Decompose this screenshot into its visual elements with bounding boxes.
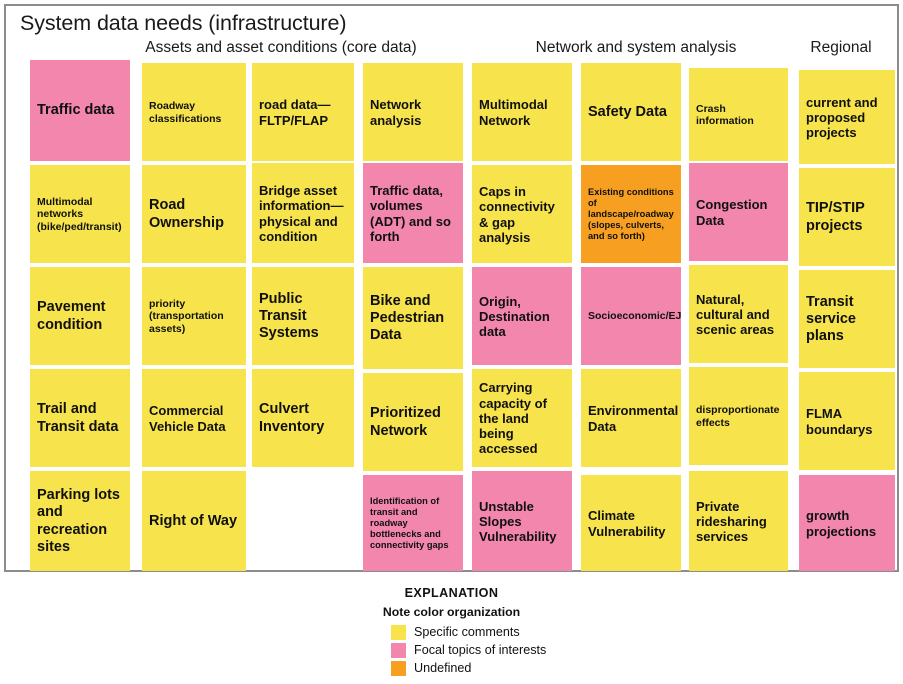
sticky-note[interactable]: Unstable Slopes Vulnerability (472, 471, 572, 571)
sticky-note[interactable]: Trail and Transit data (30, 369, 130, 467)
sticky-note[interactable]: Environmental Data (581, 369, 681, 467)
sticky-note[interactable]: Roadway classifications (142, 63, 246, 161)
legend-list: Specific comments Focal topics of interes… (391, 623, 641, 677)
sticky-note-label: Roadway classifications (149, 100, 222, 125)
column-group-header: Regional (810, 39, 872, 56)
sticky-note-label: disproportionate effects (696, 404, 780, 429)
sticky-note-label: road data—FLTP/FLAP (259, 97, 331, 128)
legend-item: Specific comments (391, 623, 641, 641)
sticky-note[interactable]: Crash information (689, 68, 788, 161)
sticky-note-label: Road Ownership (149, 197, 224, 231)
sticky-note[interactable]: growth projections (799, 475, 895, 571)
legend-color-swatch (391, 642, 406, 658)
sticky-note-label: Existing conditions of landscape/roadway… (588, 187, 674, 241)
sticky-note-label: FLMA boundarys (806, 406, 873, 437)
column-group-header: Assets and asset conditions (core data) (145, 39, 417, 56)
sticky-note-label: Bridge asset information—physical and co… (259, 182, 344, 244)
sticky-note[interactable]: Caps in connectivity & gap analysis (472, 165, 572, 263)
sticky-note-board: System data needs (infrastructure) Asset… (4, 4, 899, 572)
legend-item-label: Specific comments (414, 625, 520, 639)
sticky-note-label: Safety Data (588, 103, 667, 120)
sticky-note[interactable]: Climate Vulnerability (581, 475, 681, 571)
sticky-note[interactable]: Culvert Inventory (252, 369, 354, 467)
sticky-note[interactable]: Parking lots and recreation sites (30, 471, 130, 571)
sticky-note-label: TIP/STIP projects (806, 200, 865, 234)
sticky-note[interactable]: Network analysis (363, 63, 463, 161)
legend-color-swatch (391, 624, 406, 640)
sticky-note-label: priority (transportation assets) (149, 297, 224, 335)
sticky-note-grid: Traffic data Roadway classifications road … (22, 59, 895, 571)
sticky-note[interactable]: Traffic data, volumes (ADT) and so forth (363, 163, 463, 263)
sticky-note-label: Bike and Pedestrian Data (370, 292, 445, 344)
sticky-note-label: Transit service plans (806, 293, 856, 345)
explanation-subheading: Note color organization (382, 605, 521, 619)
sticky-note-label: Traffic data, volumes (ADT) and so forth (370, 182, 451, 244)
sticky-note[interactable]: Pavement condition (30, 267, 130, 365)
sticky-note-label: Identification of transit and roadway bo… (370, 496, 449, 550)
sticky-note[interactable]: Multimodal Network (472, 63, 572, 161)
sticky-note[interactable]: Traffic data (30, 60, 130, 161)
sticky-note[interactable]: Existing conditions of landscape/roadway… (581, 165, 681, 263)
sticky-note-label: growth projections (806, 508, 877, 539)
sticky-note-label: Traffic data (37, 102, 115, 119)
legend-item-label: Focal topics of interests (414, 643, 547, 657)
sticky-note[interactable]: Right of Way (142, 471, 246, 571)
sticky-note-label: Public Transit Systems (259, 290, 319, 342)
sticky-note[interactable]: Public Transit Systems (252, 267, 354, 365)
sticky-note[interactable]: Identification of transit and roadway bo… (363, 475, 463, 571)
sticky-note-label: Socioeconomic/EJ (588, 310, 681, 323)
sticky-note-label: Network analysis (370, 97, 422, 128)
sticky-note-label: Carrying capacity of the land being acce… (479, 380, 547, 457)
sticky-note-label: Multimodal networks (bike/ped/transit) (37, 195, 122, 233)
explanation-heading: EXPLANATION (404, 586, 499, 600)
legend-item: Undefined (391, 659, 641, 677)
legend-item-label: Undefined (414, 661, 472, 675)
sticky-note-label: current and proposed projects (806, 94, 878, 141)
sticky-note[interactable]: current and proposed projects (799, 70, 895, 164)
page-title: System data needs (infrastructure) (20, 11, 347, 35)
sticky-note-label: Natural, cultural and scenic areas (696, 291, 775, 338)
sticky-note-label: Crash information (696, 102, 754, 127)
sticky-note[interactable]: Socioeconomic/EJ (581, 267, 681, 365)
sticky-note[interactable]: Road Ownership (142, 165, 246, 263)
sticky-note-label: Private ridesharing services (696, 498, 767, 545)
sticky-note-label: Trail and Transit data (37, 401, 119, 435)
explanation-legend: EXPLANATION Note color organization Spec… (0, 586, 903, 677)
sticky-note-label: Multimodal Network (479, 97, 548, 128)
sticky-note[interactable]: Multimodal networks (bike/ped/transit) (30, 165, 130, 263)
sticky-note-label: Prioritized Network (370, 405, 441, 439)
sticky-note[interactable]: disproportionate effects (689, 367, 788, 465)
sticky-note[interactable]: priority (transportation assets) (142, 267, 246, 365)
sticky-note-label: Unstable Slopes Vulnerability (479, 498, 557, 545)
sticky-note-label: Origin, Destination data (479, 293, 550, 340)
sticky-note-label: Parking lots and recreation sites (37, 487, 120, 555)
sticky-note-label: Pavement condition (37, 299, 106, 333)
sticky-note[interactable]: Natural, cultural and scenic areas (689, 265, 788, 363)
sticky-note-label: Right of Way (149, 512, 238, 529)
sticky-note[interactable]: Safety Data (581, 63, 681, 161)
sticky-note[interactable]: Commercial Vehicle Data (142, 369, 246, 467)
legend-color-swatch (391, 660, 406, 676)
sticky-note-label: Commercial Vehicle Data (149, 403, 226, 434)
sticky-note[interactable]: Carrying capacity of the land being acce… (472, 369, 572, 467)
sticky-note[interactable]: Origin, Destination data (472, 267, 572, 365)
sticky-note[interactable]: Private ridesharing services (689, 471, 788, 571)
column-group-header: Network and system analysis (535, 39, 737, 56)
sticky-note[interactable]: Bridge asset information—physical and co… (252, 163, 354, 263)
sticky-note-label: Congestion Data (696, 197, 768, 228)
sticky-note-label: Environmental Data (588, 403, 679, 434)
sticky-note[interactable]: TIP/STIP projects (799, 168, 895, 266)
sticky-note-label: Caps in connectivity & gap analysis (479, 183, 555, 245)
sticky-note[interactable]: Transit service plans (799, 270, 895, 368)
sticky-note-label: Climate Vulnerability (588, 508, 666, 539)
sticky-note-label: Culvert Inventory (259, 401, 325, 435)
diagram-page: System data needs (infrastructure) Asset… (0, 0, 903, 684)
sticky-note[interactable]: Prioritized Network (363, 373, 463, 471)
legend-item: Focal topics of interests (391, 641, 641, 659)
sticky-note[interactable]: Bike and Pedestrian Data (363, 267, 463, 369)
sticky-note[interactable]: Congestion Data (689, 163, 788, 261)
sticky-note[interactable]: road data—FLTP/FLAP (252, 63, 354, 161)
sticky-note[interactable]: FLMA boundarys (799, 372, 895, 470)
